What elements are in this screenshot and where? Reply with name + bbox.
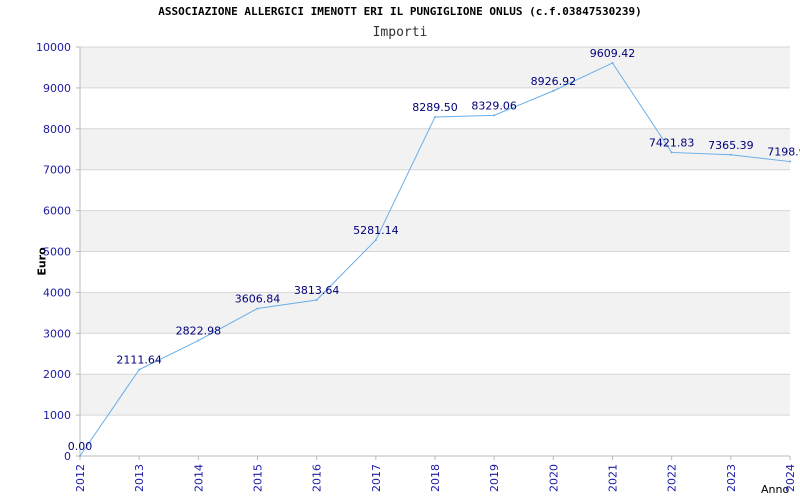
data-point [789,160,791,163]
data-label: 2822.98 [176,325,222,338]
x-tick-label: 2016 [311,464,324,492]
x-tick-label: 2022 [666,464,679,492]
data-label: 9609.42 [590,47,636,60]
x-tick-label: 2014 [192,464,205,492]
data-point [256,307,259,310]
data-point [434,115,436,118]
x-tick-label: 2024 [784,464,797,492]
data-label: 5281.14 [353,224,399,237]
data-label: 8329.06 [471,99,517,112]
data-label: 8926.92 [531,75,577,88]
data-label: 8289.50 [412,101,458,114]
data-point [611,61,614,64]
grid-band [80,374,790,416]
y-tick-label: 2000 [43,368,71,381]
x-tick-label: 2015 [252,464,265,492]
data-point [197,339,200,342]
x-tick-label: 2019 [488,464,501,492]
y-tick-label: 1000 [43,409,71,422]
x-tick-label: 2017 [370,464,383,492]
grid-band [80,47,790,88]
data-point [670,151,673,154]
data-point [79,455,81,457]
x-tick-label: 2021 [607,464,620,492]
data-label: 2111.64 [116,354,162,367]
x-tick-label: 2018 [429,464,442,492]
y-tick-label: 3000 [43,327,71,340]
data-label: 0.00 [68,440,93,453]
y-tick-label: 5000 [43,246,71,259]
data-label: 3606.84 [235,292,281,305]
data-label: 7365.39 [708,139,754,152]
x-tick-label: 2013 [133,464,146,492]
line-chart: 0100020003000400050006000700080009000100… [36,41,800,492]
y-tick-label: 9000 [43,82,71,95]
data-point [138,368,141,371]
y-tick-label: 10000 [36,41,71,54]
y-tick-label: 8000 [43,123,71,136]
data-point [374,239,377,242]
x-tick-label: 2012 [74,464,87,492]
data-label: 7198.99 [767,146,800,159]
data-label: 7421.83 [649,136,695,149]
x-tick-label: 2023 [725,464,738,492]
x-tick-label: 2020 [547,464,560,492]
data-point [552,89,555,92]
y-tick-label: 7000 [43,164,71,177]
data-point [493,114,496,117]
y-tick-label: 6000 [43,205,71,218]
y-tick-label: 4000 [43,286,71,299]
grid-band [80,210,790,252]
data-label: 3813.64 [294,284,340,297]
data-point [315,299,318,302]
data-point [729,153,732,156]
